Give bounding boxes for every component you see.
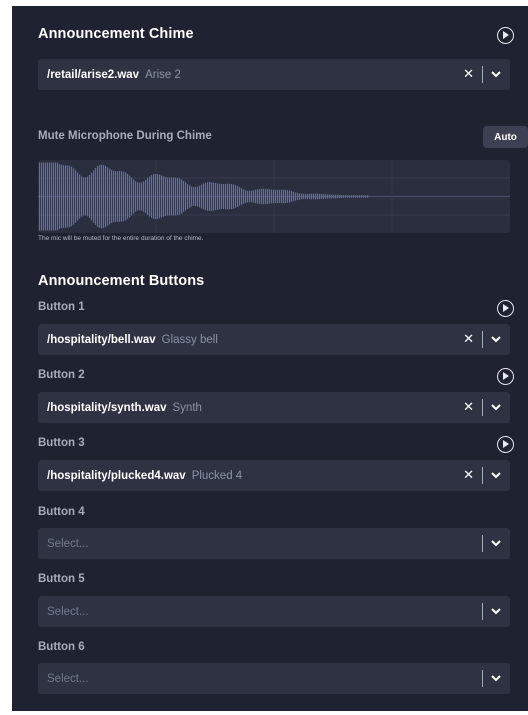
button-1-clear-icon[interactable]: ✕ bbox=[463, 331, 474, 347]
mute-note: The mic will be muted for the entire dur… bbox=[38, 235, 204, 242]
button-5-label: Button 5 bbox=[38, 573, 85, 585]
button-3-select[interactable]: /hospitality/plucked4.wav Plucked 4 ✕ bbox=[38, 460, 510, 491]
button-1-name: Glassy bell bbox=[161, 333, 218, 346]
buttons-section-title: Announcement Buttons bbox=[38, 273, 205, 289]
button-2-name: Synth bbox=[172, 401, 202, 414]
button-4-label: Button 4 bbox=[38, 506, 85, 518]
button-5-chevron-down-icon[interactable] bbox=[490, 606, 502, 616]
button-4-select[interactable]: Select... bbox=[38, 528, 510, 559]
button-1-label: Button 1 bbox=[38, 301, 85, 313]
select-separator bbox=[482, 66, 483, 83]
select-separator bbox=[482, 467, 483, 484]
chime-play-icon[interactable] bbox=[497, 27, 514, 44]
button-1-play-icon[interactable] bbox=[497, 300, 514, 317]
button-3-name: Plucked 4 bbox=[191, 469, 243, 482]
select-separator bbox=[482, 331, 483, 348]
button-2-path: /hospitality/synth.wav bbox=[47, 401, 167, 414]
button-6-select[interactable]: Select... bbox=[38, 663, 510, 694]
button-4-placeholder: Select... bbox=[47, 537, 89, 550]
button-1-path: /hospitality/bell.wav bbox=[47, 333, 156, 346]
select-separator bbox=[482, 535, 483, 552]
button-6-chevron-down-icon[interactable] bbox=[490, 673, 502, 683]
button-5-select[interactable]: Select... bbox=[38, 596, 510, 627]
mute-title: Mute Microphone During Chime bbox=[38, 130, 212, 142]
button-3-label: Button 3 bbox=[38, 437, 85, 449]
button-6-placeholder: Select... bbox=[47, 672, 89, 685]
button-3-chevron-down-icon[interactable] bbox=[490, 470, 502, 480]
button-6-label: Button 6 bbox=[38, 641, 85, 653]
chime-clear-icon[interactable]: ✕ bbox=[463, 66, 474, 82]
chime-section-title: Announcement Chime bbox=[38, 26, 194, 42]
auto-button[interactable]: Auto bbox=[483, 126, 528, 148]
select-separator bbox=[482, 670, 483, 687]
button-5-placeholder: Select... bbox=[47, 605, 89, 618]
button-3-path: /hospitality/plucked4.wav bbox=[47, 469, 186, 482]
chime-select[interactable]: /retail/arise2.wav Arise 2 ✕ bbox=[38, 59, 510, 90]
button-2-play-icon[interactable] bbox=[497, 368, 514, 385]
button-3-clear-icon[interactable]: ✕ bbox=[463, 467, 474, 483]
button-1-select[interactable]: /hospitality/bell.wav Glassy bell ✕ bbox=[38, 324, 510, 355]
button-2-chevron-down-icon[interactable] bbox=[490, 402, 502, 412]
waveform-graphic bbox=[38, 160, 510, 233]
button-2-clear-icon[interactable]: ✕ bbox=[463, 399, 474, 415]
sound-settings-panel: Announcement Chime /retail/arise2.wav Ar… bbox=[12, 6, 528, 711]
select-separator bbox=[482, 603, 483, 620]
chime-waveform bbox=[38, 160, 510, 233]
chime-select-name: Arise 2 bbox=[145, 68, 181, 81]
button-3-play-icon[interactable] bbox=[497, 436, 514, 453]
button-2-select[interactable]: /hospitality/synth.wav Synth ✕ bbox=[38, 392, 510, 423]
select-separator bbox=[482, 399, 483, 416]
button-2-label: Button 2 bbox=[38, 369, 85, 381]
chime-select-path: /retail/arise2.wav bbox=[47, 68, 140, 81]
button-1-chevron-down-icon[interactable] bbox=[490, 334, 502, 344]
chime-chevron-down-icon[interactable] bbox=[490, 69, 502, 79]
button-4-chevron-down-icon[interactable] bbox=[490, 538, 502, 548]
